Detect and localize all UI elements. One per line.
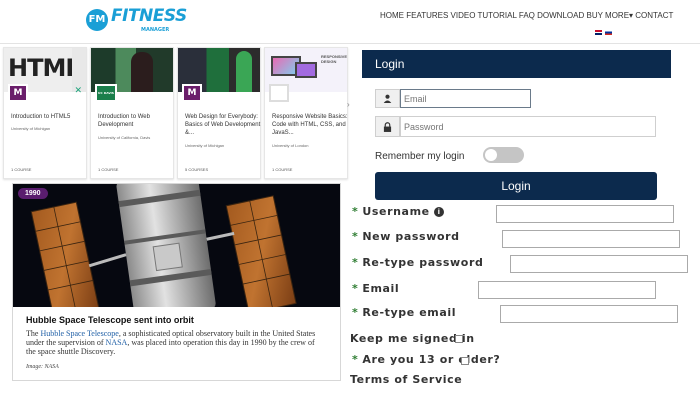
course-university: University of London [272,143,309,148]
course-count: 1 COURSE [98,167,119,172]
course-university: University of California, Davis [98,135,151,140]
language-switcher [595,30,612,35]
username-input[interactable] [496,205,674,223]
retype-password-label: * Re-type password [352,256,483,269]
required-marker: * [352,282,359,295]
age-checkbox[interactable] [461,357,469,365]
hubble-illustration [30,184,297,307]
course-university: University of Michigan [11,126,51,131]
logo-main-text: FITNESS [111,6,187,26]
university-logo: M [182,84,202,102]
terms-of-service-link[interactable]: Terms of Service [350,373,462,386]
english-flag-icon[interactable] [595,30,602,35]
article-body: The Hubble Space Telescope, a sophistica… [26,329,326,357]
logo-wordmark: FITNESS MANAGER [111,6,187,33]
responsive-banner-text: RESPONSIVE DESIGN [321,54,347,64]
course-title: Responsive Website Basics: Code with HTM… [272,114,348,136]
email-input[interactable] [400,89,531,108]
course-card[interactable]: UC DAVIS Introduction to Web Development… [90,47,174,179]
retype-password-input[interactable] [510,255,688,273]
hubble-link[interactable]: Hubble Space Telescope [40,329,118,338]
remember-label: Remember my login [375,151,465,162]
required-marker: * [352,306,359,319]
course-university: University of Michigan [185,143,225,148]
on-this-day-article: 1990 Hubble Space Telescope sent into or… [12,183,341,381]
remember-toggle[interactable] [483,147,524,163]
course-title: Introduction to Web Development [98,114,150,128]
retype-email-label: * Re-type email [352,306,456,319]
university-logo: M [8,84,28,102]
new-password-label-text: New password [362,230,460,243]
retype-email-label-text: Re-type email [362,306,457,319]
required-marker: * [352,353,359,366]
email-row [375,89,531,108]
logo-sub-text: MANAGER [141,27,170,33]
university-logo [269,84,289,102]
nasa-link[interactable]: NASA [106,338,128,347]
course-title: Web Design for Everybody: Basics of Web … [185,114,261,136]
required-marker: * [352,205,359,218]
alternate-language-flag-icon[interactable] [605,30,612,35]
course-card[interactable]: RESPONSIVE DESIGN Responsive Website Bas… [264,47,348,179]
course-title: Introduction to HTML5 [11,114,71,120]
user-icon [375,89,400,108]
username-label-text: Username [362,205,430,218]
course-card[interactable]: M Web Design for Everybody: Basics of We… [177,47,261,179]
required-marker: * [352,230,359,243]
image-credit: Image: NASA [26,364,59,370]
password-row [375,116,656,137]
retype-email-input[interactable] [500,305,678,323]
logo-badge: FM [86,8,108,31]
nav-video-tutorial[interactable]: VIDEO TUTORIAL [451,11,517,20]
login-panel: Login Remember my login Login [362,50,671,203]
site-header: FM FITNESS MANAGER HOME FEATURES VIDEO T… [0,0,700,44]
course-cards: HTML M ✕ Introduction to HTML5 Universit… [3,47,348,179]
nav-features[interactable]: FEATURES [406,11,448,20]
hubble-telescope-image: 1990 [13,184,340,307]
keep-signed-in-checkbox[interactable] [455,335,463,343]
course-count: 1 COURSE [11,167,32,172]
lock-icon [375,116,400,137]
year-badge: 1990 [18,188,48,199]
age-label: * Are you 13 or older? [352,353,500,366]
required-marker: * [352,256,359,269]
email-label: * Email [352,282,399,295]
nav-faq[interactable]: FAQ [519,11,535,20]
carousel-next-icon[interactable]: › [347,100,350,109]
login-button[interactable]: Login [375,172,657,200]
nav-more[interactable]: MORE [605,11,629,20]
main-nav: HOME FEATURES VIDEO TUTORIAL FAQ DOWNLOA… [380,11,673,20]
nav-buy[interactable]: BUY [586,11,602,20]
info-icon[interactable]: i [434,207,445,217]
new-password-input[interactable] [502,230,680,248]
fitness-manager-logo[interactable]: FM FITNESS MANAGER [86,6,187,33]
article-title: Hubble Space Telescope sent into orbit [26,315,194,325]
course-count: 5 COURSES [185,167,209,172]
password-input[interactable] [400,116,656,137]
login-title: Login [362,50,671,78]
register-email-input[interactable] [478,281,656,299]
nav-download[interactable]: DOWNLOAD [537,11,584,20]
new-password-label: * New password [352,230,460,243]
retype-password-label-text: Re-type password [362,256,484,269]
nav-contact[interactable]: CONTACT [635,11,673,20]
nav-home[interactable]: HOME [380,11,404,20]
html-banner-text: HTML [8,54,81,82]
close-icon: ✕ [74,86,82,96]
email-label-text: Email [362,282,400,295]
username-label: * Username i [352,205,445,218]
age-label-text: Are you 13 or older? [362,353,501,366]
course-count: 1 COURSE [272,167,293,172]
course-card[interactable]: HTML M ✕ Introduction to HTML5 Universit… [3,47,87,179]
chevron-down-icon[interactable]: ▾ [629,11,633,20]
article-text: The [26,329,41,338]
university-logo: UC DAVIS [95,84,117,102]
